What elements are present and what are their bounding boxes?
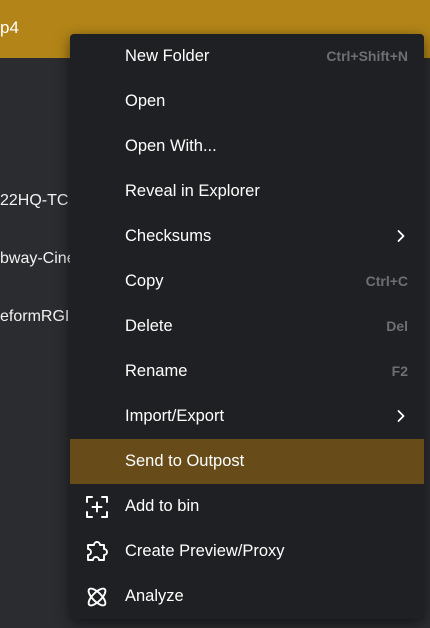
menu-item-copy[interactable]: Copy Ctrl+C (70, 259, 424, 304)
menu-item-label: Add to bin (125, 497, 200, 515)
atom-icon (87, 587, 107, 607)
puzzle-icon (87, 541, 108, 561)
menu-item-shortcut: Del (386, 318, 408, 334)
menu-item-label: Import/Export (125, 407, 225, 425)
file-list-item[interactable]: bway-Cine (0, 249, 76, 269)
menu-item-create-preview-proxy[interactable]: Create Preview/Proxy (70, 529, 424, 574)
menu-item-shortcut: F2 (391, 363, 408, 379)
menu-item-analyze[interactable]: Analyze (70, 574, 424, 619)
menu-item-delete[interactable]: Delete Del (70, 304, 424, 349)
menu-item-label: New Folder (125, 47, 210, 65)
menu-item-shortcut: Ctrl+C (365, 273, 408, 289)
menu-item-send-to-outpost[interactable]: Send to Outpost (70, 439, 424, 484)
context-menu: New Folder Ctrl+Shift+N Open Open With..… (70, 34, 424, 619)
menu-item-checksums[interactable]: Checksums (70, 214, 424, 259)
menu-item-open-with[interactable]: Open With... (70, 124, 424, 169)
menu-item-add-to-bin[interactable]: Add to bin (70, 484, 424, 529)
file-list-item[interactable]: 22HQ-TC. (0, 191, 73, 211)
menu-item-label: Open With... (125, 137, 217, 155)
app-window: p4 22HQ-TC. bway-Cine eformRGI New Folde… (0, 0, 430, 628)
file-title: p4 (0, 18, 19, 37)
menu-item-import-export[interactable]: Import/Export (70, 394, 424, 439)
menu-item-reveal-in-explorer[interactable]: Reveal in Explorer (70, 169, 424, 214)
menu-item-label: Create Preview/Proxy (125, 542, 285, 560)
menu-item-new-folder[interactable]: New Folder Ctrl+Shift+N (70, 34, 424, 79)
menu-item-rename[interactable]: Rename F2 (70, 349, 424, 394)
menu-item-label: Analyze (125, 587, 184, 605)
chevron-right-icon (397, 230, 405, 242)
menu-item-label: Send to Outpost (125, 452, 245, 470)
menu-item-label: Checksums (125, 227, 212, 245)
menu-item-label: Rename (125, 362, 188, 380)
menu-item-label: Delete (125, 317, 173, 335)
menu-item-open[interactable]: Open (70, 79, 424, 124)
chevron-right-icon (397, 410, 405, 422)
menu-item-label: Reveal in Explorer (125, 182, 260, 200)
add-to-bin-icon (86, 496, 108, 518)
menu-item-shortcut: Ctrl+Shift+N (326, 48, 408, 64)
menu-item-label: Open (125, 92, 166, 110)
menu-item-label: Copy (125, 272, 164, 290)
file-list-item[interactable]: eformRGI (0, 307, 69, 327)
